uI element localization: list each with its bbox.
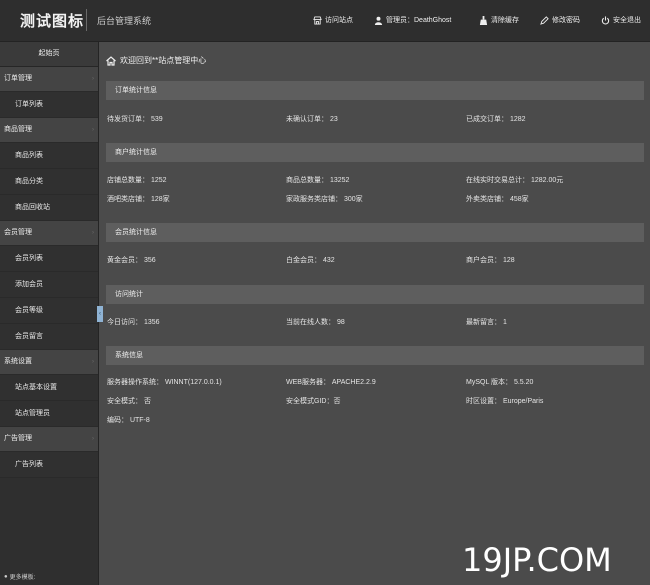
sidebar-item-order-list[interactable]: 订单列表 xyxy=(0,92,98,118)
chevron-right-icon: › xyxy=(92,127,94,133)
stats-row: 店铺总数量： 1252 商品总数量： 13252 在线实时交易总计： 1282.… xyxy=(106,175,646,185)
stat-item: 白金会员： 432 xyxy=(286,257,335,264)
panel-header-merchants: 商户统计信息 xyxy=(106,143,644,162)
stats-row: 服务器操作系统： WINNT(127.0.0.1) WEB服务器： APACHE… xyxy=(106,377,646,387)
stat-item: MySQL 版本： 5.5.20 xyxy=(466,379,534,386)
stat-item: 黄金会员： 356 xyxy=(107,257,156,264)
sidebar-group-orders[interactable]: 订单管理 › xyxy=(0,67,98,92)
panel-header-members: 会员统计信息 xyxy=(106,223,644,242)
sidebar-group-settings[interactable]: 系统设置 › xyxy=(0,350,98,375)
power-icon xyxy=(601,15,610,24)
stat-item: 待发货订单： 539 xyxy=(107,116,163,123)
stat-item: 已成交订单： 1282 xyxy=(466,116,526,123)
stat-item: WEB服务器： APACHE2.2.9 xyxy=(286,379,376,386)
stat-item: 家政服务类店铺： 300家 xyxy=(286,196,363,203)
stat-item: 安全模式： 否 xyxy=(107,398,151,405)
sidebar-item-member-level[interactable]: 会员等级 xyxy=(0,298,98,324)
welcome-text: 欢迎回到**站点管理中心 xyxy=(120,56,207,65)
sidebar-group-label: 订单管理 xyxy=(4,75,32,82)
sidebar-group-ads[interactable]: 广告管理 › xyxy=(0,427,98,452)
home-icon xyxy=(106,55,116,66)
stat-item: 未确认订单： 23 xyxy=(286,116,338,123)
user-icon xyxy=(374,16,383,25)
stat-item: 外卖类店铺： 458家 xyxy=(466,196,529,203)
stat-item: 最新留言： 1 xyxy=(466,319,507,326)
change-password-label: 修改密码 xyxy=(552,17,580,24)
sidebar-item-ad-list[interactable]: 广告列表 xyxy=(0,452,98,478)
stat-item: 酒吧类店铺： 128家 xyxy=(107,196,170,203)
pen-icon xyxy=(540,15,549,25)
sidebar: 起始页 订单管理 › 订单列表 商品管理 › 商品列表 商品分类 商品回收站 会员管… xyxy=(0,42,99,585)
change-password-link[interactable]: 修改密码 xyxy=(540,15,580,25)
top-header: 测试图标 后台管理系统 访问站点 管理员：DeathGhost 清除缓存 修改密… xyxy=(0,0,650,42)
clear-cache-label: 清除缓存 xyxy=(491,17,519,24)
sidebar-item-site-admins[interactable]: 站点管理员 xyxy=(0,401,98,427)
panel-header-visits: 访问统计 xyxy=(106,285,644,304)
chevron-right-icon: › xyxy=(92,436,94,442)
sidebar-item-product-category[interactable]: 商品分类 xyxy=(0,169,98,195)
logout-label: 安全退出 xyxy=(613,17,641,24)
stats-row: 黄金会员： 356 白金会员： 432 商户会员： 128 xyxy=(106,255,646,265)
stat-item: 店铺总数量： 1252 xyxy=(107,177,167,184)
sidebar-home[interactable]: 起始页 xyxy=(0,42,98,67)
stat-item: 今日访问： 1356 xyxy=(107,319,160,326)
logout-link[interactable]: 安全退出 xyxy=(601,15,641,25)
sidebar-item-add-member[interactable]: 添加会员 xyxy=(0,272,98,298)
sidebar-footer[interactable]: ● 更多模板: xyxy=(4,572,36,582)
admin-user-link[interactable]: 管理员：DeathGhost xyxy=(374,15,451,25)
sidebar-item-product-recycle[interactable]: 商品回收站 xyxy=(0,195,98,221)
sidebar-group-label: 商品管理 xyxy=(4,126,32,133)
visit-site-link[interactable]: 访问站点 xyxy=(313,15,353,25)
stat-item: 商户会员： 128 xyxy=(466,257,515,264)
panel-header-orders: 订单统计信息 xyxy=(106,81,644,100)
store-icon xyxy=(313,15,322,25)
stat-item: 在线实时交易总计： 1282.00元 xyxy=(466,177,564,184)
sidebar-group-label: 广告管理 xyxy=(4,435,32,442)
welcome-banner: 欢迎回到**站点管理中心 xyxy=(106,55,206,66)
sidebar-group-products[interactable]: 商品管理 › xyxy=(0,118,98,143)
stats-row: 待发货订单： 539 未确认订单： 23 已成交订单： 1282 xyxy=(106,114,646,124)
chevron-right-icon: › xyxy=(92,230,94,236)
stat-item: 时区设置： Europe/Paris xyxy=(466,398,544,405)
dot-icon: ● xyxy=(4,573,8,580)
admin-user-label: 管理员：DeathGhost xyxy=(386,17,452,24)
stat-item: 安全模式GID：否 xyxy=(286,398,341,405)
clear-cache-link[interactable]: 清除缓存 xyxy=(479,15,519,25)
top-nav: 访问站点 管理员：DeathGhost 清除缓存 修改密码 安全退出 xyxy=(0,15,650,27)
sidebar-group-label: 会员管理 xyxy=(4,229,32,236)
chevron-right-icon: › xyxy=(92,76,94,82)
sidebar-group-members[interactable]: 会员管理 › xyxy=(0,221,98,246)
sidebar-item-member-list[interactable]: 会员列表 xyxy=(0,246,98,272)
stats-row: 编码： UTF-8 xyxy=(106,415,646,425)
stats-row: 安全模式： 否 安全模式GID：否 时区设置： Europe/Paris xyxy=(106,396,646,406)
stats-row: 今日访问： 1356 当前在线人数： 98 最新留言： 1 xyxy=(106,317,646,327)
chevron-right-icon: › xyxy=(92,359,94,365)
sidebar-group-label: 系统设置 xyxy=(4,358,32,365)
sidebar-item-member-messages[interactable]: 会员留言 xyxy=(0,324,98,350)
stat-item: 商品总数量： 13252 xyxy=(286,177,350,184)
visit-site-label: 访问站点 xyxy=(325,17,353,24)
stats-row: 酒吧类店铺： 128家 家政服务类店铺： 300家 外卖类店铺： 458家 xyxy=(106,194,646,204)
watermark-text: 19JP.COM xyxy=(462,541,612,579)
sidebar-item-site-settings[interactable]: 站点基本设置 xyxy=(0,375,98,401)
sidebar-item-product-list[interactable]: 商品列表 xyxy=(0,143,98,169)
sidebar-collapse-handle[interactable]: ‹ xyxy=(97,306,103,322)
stat-item: 服务器操作系统： WINNT(127.0.0.1) xyxy=(107,379,222,386)
panel-header-system: 系统信息 xyxy=(106,346,644,365)
more-templates-label: 更多模板: xyxy=(9,575,36,581)
chevron-left-icon: ‹ xyxy=(99,311,101,317)
stat-item: 编码： UTF-8 xyxy=(107,417,150,424)
stat-item: 当前在线人数： 98 xyxy=(286,319,345,326)
broom-icon xyxy=(479,15,488,25)
